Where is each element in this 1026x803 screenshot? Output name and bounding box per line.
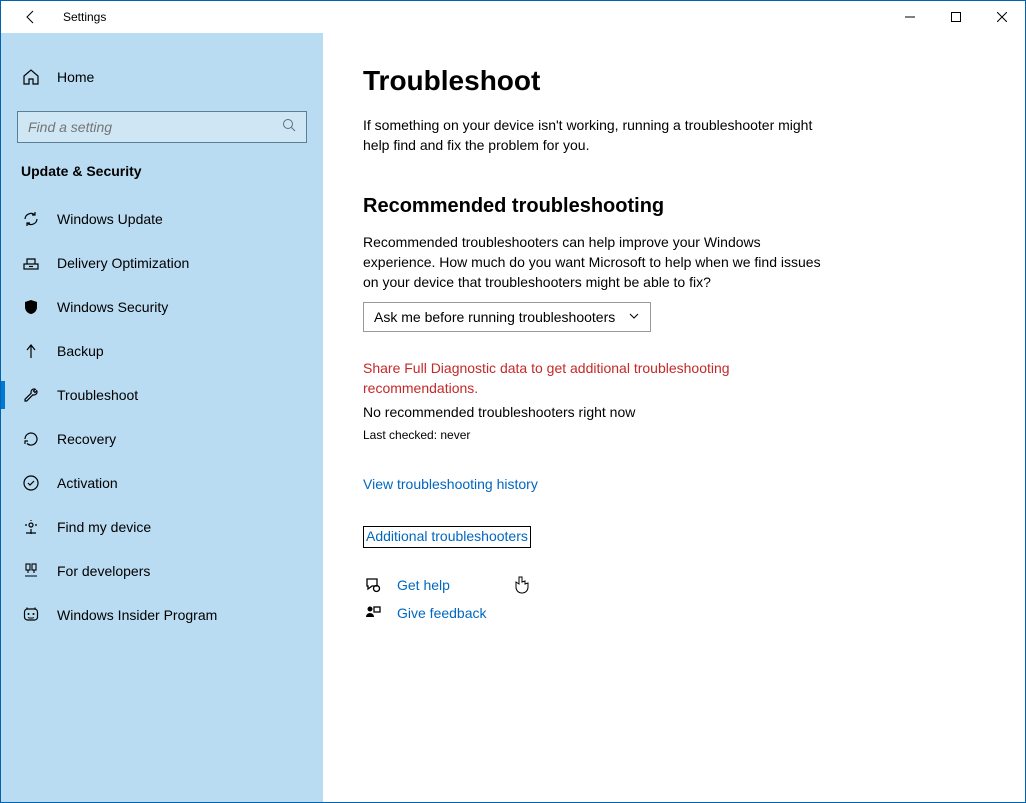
dropdown-value: Ask me before running troubleshooters xyxy=(374,309,615,325)
search-input[interactable] xyxy=(17,111,307,143)
home-label: Home xyxy=(57,69,94,85)
search-field[interactable] xyxy=(28,119,268,135)
delivery-icon xyxy=(21,254,41,272)
insider-icon xyxy=(21,606,41,624)
sidebar-item-label: Delivery Optimization xyxy=(57,255,189,271)
sidebar-item-label: Find my device xyxy=(57,519,151,535)
search-icon xyxy=(282,118,296,137)
additional-troubleshooters-label: Additional troubleshooters xyxy=(366,528,528,544)
main-content: Troubleshoot If something on your device… xyxy=(323,33,1025,802)
sidebar-item-label: Troubleshoot xyxy=(57,387,138,403)
give-feedback-link: Give feedback xyxy=(397,605,487,621)
sync-icon xyxy=(21,210,41,228)
backup-icon xyxy=(21,342,41,360)
sidebar-item-recovery[interactable]: Recovery xyxy=(1,417,323,461)
feedback-icon xyxy=(363,604,383,622)
sidebar-item-label: Windows Security xyxy=(57,299,168,315)
sidebar-item-label: Windows Insider Program xyxy=(57,607,217,623)
home-icon xyxy=(21,68,41,86)
status-text: No recommended troubleshooters right now xyxy=(363,404,985,420)
sidebar-item-label: For developers xyxy=(57,563,150,579)
window-title: Settings xyxy=(63,10,106,24)
sidebar-item-delivery-optimization[interactable]: Delivery Optimization xyxy=(1,241,323,285)
sidebar-item-troubleshoot[interactable]: Troubleshoot xyxy=(1,373,323,417)
developers-icon xyxy=(21,562,41,580)
minimize-button[interactable] xyxy=(887,1,933,33)
help-icon xyxy=(363,576,383,594)
page-title: Troubleshoot xyxy=(363,65,985,97)
get-help-link: Get help xyxy=(397,577,450,593)
intro-text: If something on your device isn't workin… xyxy=(363,115,833,155)
recommended-heading: Recommended troubleshooting xyxy=(363,195,985,218)
sidebar-item-windows-update[interactable]: Windows Update xyxy=(1,197,323,241)
wrench-icon xyxy=(21,386,41,404)
diagnostic-warning: Share Full Diagnostic data to get additi… xyxy=(363,358,823,398)
recommended-paragraph: Recommended troubleshooters can help imp… xyxy=(363,232,823,292)
shield-icon xyxy=(21,298,41,316)
check-circle-icon xyxy=(21,474,41,492)
sidebar-item-activation[interactable]: Activation xyxy=(1,461,323,505)
last-checked-text: Last checked: never xyxy=(363,428,985,442)
sidebar-item-windows-security[interactable]: Windows Security xyxy=(1,285,323,329)
sidebar-section-title: Update & Security xyxy=(1,157,323,191)
close-button[interactable] xyxy=(979,1,1025,33)
location-icon xyxy=(21,518,41,536)
sidebar-item-windows-insider[interactable]: Windows Insider Program xyxy=(1,593,323,637)
home-nav[interactable]: Home xyxy=(1,55,323,99)
sidebar-item-find-my-device[interactable]: Find my device xyxy=(1,505,323,549)
sidebar: Home Update & Security Windows Update xyxy=(1,33,323,802)
sidebar-item-label: Backup xyxy=(57,343,104,359)
sidebar-item-for-developers[interactable]: For developers xyxy=(1,549,323,593)
sidebar-item-label: Windows Update xyxy=(57,211,163,227)
get-help-row[interactable]: Get help xyxy=(363,576,985,594)
troubleshoot-preference-dropdown[interactable]: Ask me before running troubleshooters xyxy=(363,302,651,332)
view-history-link[interactable]: View troubleshooting history xyxy=(363,476,538,492)
additional-troubleshooters-link[interactable]: Additional troubleshooters xyxy=(363,526,531,548)
titlebar: Settings xyxy=(1,1,1025,33)
maximize-button[interactable] xyxy=(933,1,979,33)
back-button[interactable] xyxy=(19,5,43,29)
chevron-down-icon xyxy=(628,309,640,325)
sidebar-item-label: Activation xyxy=(57,475,118,491)
sidebar-item-backup[interactable]: Backup xyxy=(1,329,323,373)
give-feedback-row[interactable]: Give feedback xyxy=(363,604,985,622)
sidebar-item-label: Recovery xyxy=(57,431,116,447)
recovery-icon xyxy=(21,430,41,448)
